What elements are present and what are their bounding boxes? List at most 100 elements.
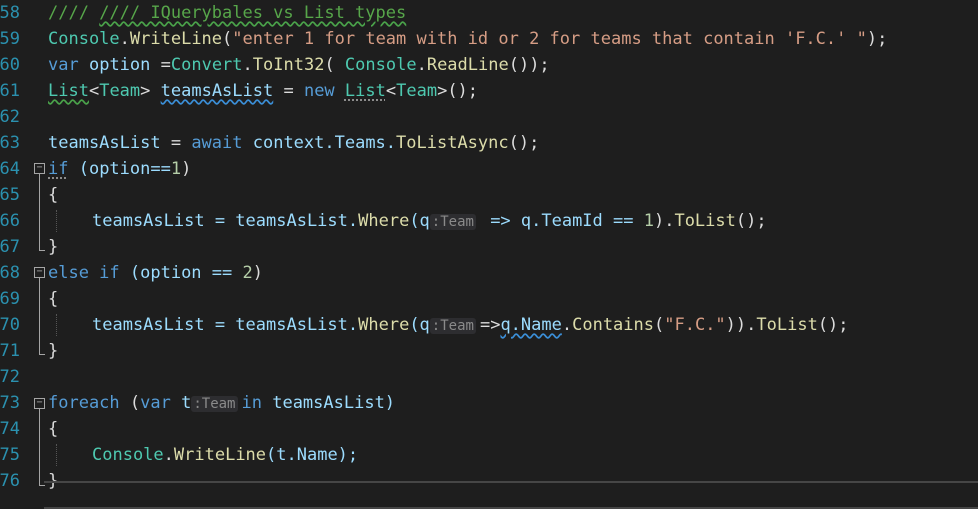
method-token: ReadLine — [426, 55, 509, 75]
code-line-59[interactable]: Console.WriteLine("enter 1 for team with… — [48, 26, 887, 52]
keyword-token: if — [48, 159, 69, 179]
brace-token: } — [48, 237, 59, 257]
method-token: ToListAsync — [396, 133, 509, 153]
code-line-68[interactable]: else if (option == 2) — [48, 260, 263, 286]
punct-token: ). — [653, 211, 675, 231]
method-token: Contains — [572, 315, 654, 335]
code-line-73[interactable]: foreach (var t:Team in teamsAsList) — [48, 390, 395, 416]
number-literal: 2 — [242, 263, 253, 283]
code-line-58[interactable]: //// //// IQuerybales vs List types — [48, 0, 406, 26]
punct-token: ( — [222, 29, 233, 49]
line-number: 64 — [0, 159, 20, 179]
expression-token: (option == — [119, 263, 243, 283]
comment: //// //// IQuerybales vs List types — [48, 3, 407, 23]
type-token: Team — [99, 81, 141, 101]
keyword-token: var — [140, 393, 171, 413]
comment-text: //// IQuerybales vs List types — [99, 3, 407, 23]
code-line-74[interactable]: { — [48, 416, 58, 442]
keyword-token: var — [48, 55, 79, 75]
line-number: 67 — [0, 237, 20, 257]
punct-token: = — [160, 133, 192, 153]
indent-guide — [56, 444, 57, 466]
fold-guide-line — [39, 278, 40, 354]
punct-token: > — [140, 81, 161, 101]
type-token: List — [48, 81, 89, 101]
punct-token: )). — [725, 315, 757, 335]
punct-token: ) — [252, 263, 263, 283]
line-number: 69 — [0, 289, 20, 309]
code-line-69[interactable]: { — [48, 286, 58, 312]
line-number: 61 — [0, 81, 20, 101]
line-number: 63 — [0, 133, 20, 153]
method-token: ToList — [756, 315, 818, 335]
punct-token: . — [242, 55, 253, 75]
punct-token: ( — [324, 55, 345, 75]
code-line-66[interactable]: teamsAsList = teamsAsList.Where(q:Team =… — [92, 208, 767, 234]
code-line-75[interactable]: Console.WriteLine(t.Name); — [92, 442, 358, 468]
code-line-70[interactable]: teamsAsList = teamsAsList.Where(q:Team =>… — [92, 312, 849, 338]
code-line-65[interactable]: { — [48, 182, 58, 208]
collapse-foreach-block-icon[interactable]: − — [34, 398, 45, 409]
code-line-63[interactable]: teamsAsList = await context.Teams.ToList… — [48, 130, 539, 156]
punct-token: ()); — [508, 55, 550, 75]
keyword-token: in — [241, 393, 262, 413]
expression-token: = teamsAsList. — [204, 315, 359, 335]
variable-token: teamsAsList — [160, 81, 274, 101]
line-number: 74 — [0, 419, 20, 439]
keyword-token: new — [303, 81, 335, 101]
punct-token: ( — [654, 315, 665, 335]
code-line-71[interactable]: } — [48, 338, 58, 364]
fold-guide-end — [39, 250, 45, 251]
brace-token: { — [48, 419, 59, 439]
code-editor[interactable]: 58 59 60 61 62 63 64 65 66 67 68 69 70 7… — [0, 0, 978, 509]
inlay-type-hint: :Team — [429, 214, 476, 230]
keyword-token: foreach — [48, 393, 120, 413]
punct-token: = — [273, 81, 304, 101]
punct-token: . — [119, 29, 130, 49]
expression-token: = teamsAsList. — [204, 211, 359, 231]
line-number: 66 — [0, 211, 20, 231]
line-number: 70 — [0, 315, 20, 335]
punct-token: => — [479, 315, 501, 335]
punct-token: . — [561, 315, 573, 335]
code-line-64[interactable]: if (option==1) — [48, 156, 191, 182]
code-line-61[interactable]: List<Team> teamsAsList = new List<Team>(… — [48, 78, 478, 104]
line-number: 72 — [0, 367, 20, 387]
method-token: WriteLine — [129, 29, 223, 49]
brace-token: { — [48, 289, 59, 309]
variable-token: option — [88, 55, 151, 75]
collapse-else-if-block-icon[interactable]: − — [34, 267, 45, 278]
keyword-token: else if — [48, 263, 120, 283]
keyword-token: await — [191, 133, 243, 153]
collapse-if-block-icon[interactable]: − — [34, 163, 45, 174]
current-line-highlight — [44, 481, 978, 509]
variable-token: teamsAsList — [92, 211, 205, 231]
fold-guide-line — [39, 409, 40, 485]
line-number: 73 — [0, 393, 20, 413]
expression-token: (t.Name); — [266, 445, 359, 465]
line-number: 65 — [0, 185, 20, 205]
code-line-60[interactable]: var option =Convert.ToInt32( Console.Rea… — [48, 52, 550, 78]
expression-token: => q.TeamId == — [479, 211, 644, 231]
expression-token: (option== — [68, 159, 171, 179]
punct-token: (q — [409, 211, 430, 231]
method-token: Where — [358, 315, 410, 335]
variable-token: teamsAsList — [48, 133, 161, 153]
string-literal: "F.C." — [664, 315, 726, 335]
line-number: 68 — [0, 263, 20, 283]
inlay-type-hint: :Team — [429, 318, 476, 334]
fold-guide-line — [39, 174, 40, 250]
line-number: 76 — [0, 471, 20, 491]
code-line-67[interactable]: } — [48, 234, 58, 260]
fold-guide-end — [39, 354, 45, 355]
inlay-type-hint: :Team — [191, 396, 238, 412]
expression-token: context.Teams. — [242, 133, 397, 153]
punct-token: (); — [508, 133, 540, 153]
line-number: 75 — [0, 445, 20, 465]
punct-token: ); — [866, 29, 888, 49]
line-number: 60 — [0, 55, 20, 75]
type-token: Console — [344, 55, 417, 75]
brace-token: } — [48, 341, 59, 361]
